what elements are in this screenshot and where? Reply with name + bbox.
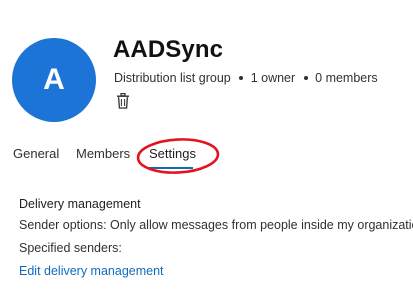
sender-options-text: Sender options: Only allow messages from… bbox=[19, 218, 413, 232]
group-details-panel: A AADSync Distribution list group 1 owne… bbox=[0, 0, 413, 291]
tab-members[interactable]: Members bbox=[76, 146, 130, 161]
tab-bar: General Members Settings bbox=[0, 146, 413, 170]
trash-icon[interactable] bbox=[116, 93, 130, 109]
selected-tab-indicator bbox=[149, 167, 193, 169]
group-avatar: A bbox=[12, 38, 96, 122]
specified-senders-text: Specified senders: bbox=[19, 241, 122, 255]
group-type: Distribution list group bbox=[114, 71, 231, 85]
tab-general[interactable]: General bbox=[13, 146, 59, 161]
separator-dot bbox=[303, 75, 308, 80]
group-name: AADSync bbox=[113, 36, 224, 63]
avatar-initial: A bbox=[43, 63, 65, 96]
owner-count: 1 owner bbox=[250, 71, 296, 85]
member-count: 0 members bbox=[315, 71, 378, 85]
delivery-management-heading: Delivery management bbox=[19, 197, 141, 211]
tab-settings[interactable]: Settings bbox=[149, 146, 196, 161]
group-meta: Distribution list group 1 owner 0 member… bbox=[114, 71, 378, 85]
edit-delivery-management-link[interactable]: Edit delivery management bbox=[19, 264, 164, 278]
separator-dot bbox=[239, 75, 244, 80]
